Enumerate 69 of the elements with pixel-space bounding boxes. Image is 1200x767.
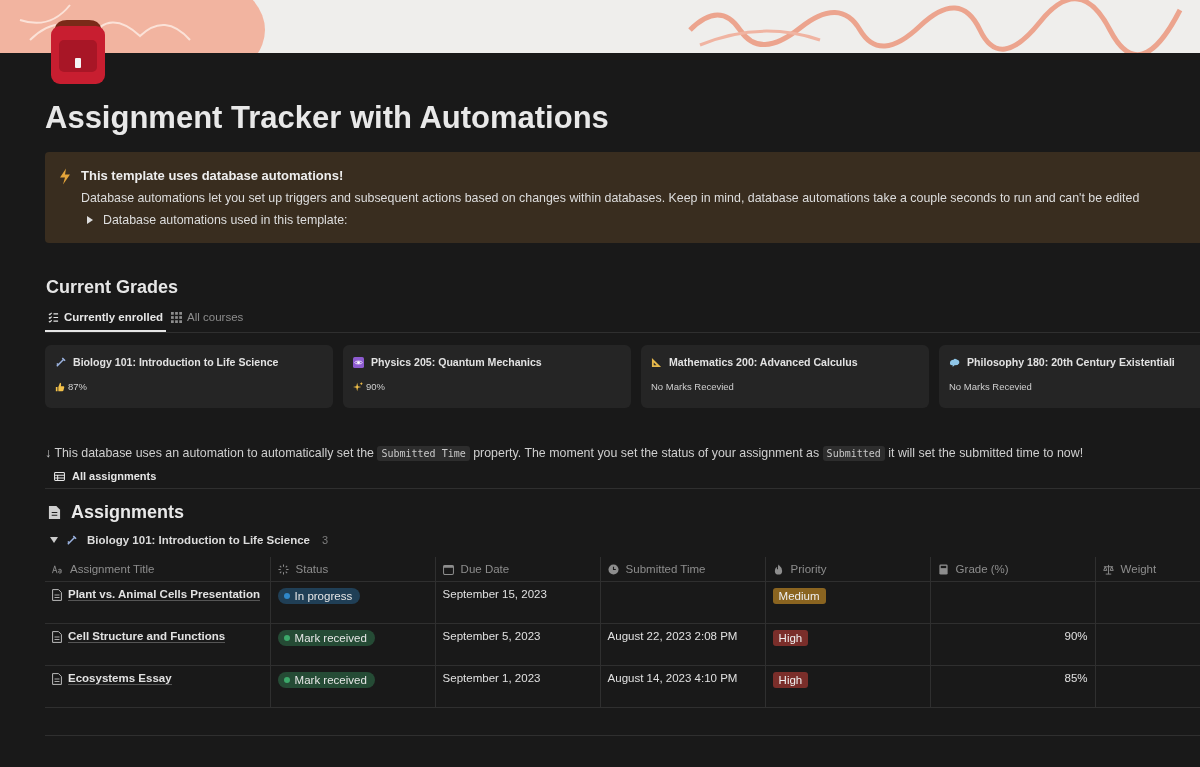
lightning-icon (59, 168, 71, 185)
triangle-ruler-icon (651, 356, 662, 368)
priority-tag: Medium (772, 588, 826, 604)
view-tab[interactable]: All assignments (45, 470, 157, 482)
scale-icon (1102, 563, 1114, 575)
view-tab[interactable]: Currently enrolled (45, 307, 167, 332)
column-header[interactable]: Weight (1120, 563, 1157, 575)
calendar-icon (442, 563, 454, 575)
database-title: Assignments (71, 502, 185, 523)
thumbs-up-icon (55, 381, 65, 392)
table-cell: September 5, 2023 (442, 630, 541, 642)
document-icon (52, 631, 62, 643)
loader-icon (277, 563, 289, 575)
status-label: Mark received (294, 674, 367, 686)
toggle-block[interactable]: Database automations used in this template: (81, 213, 348, 227)
description-text: ↓ This database uses an automation to automatically set the Submitted Time property. The moment you set the status of your assignment as Submitted it will set the submitted time to now! (45, 445, 1085, 463)
caret-icon[interactable] (50, 536, 58, 544)
column-header[interactable]: Priority (790, 563, 827, 575)
assignment-title[interactable]: Cell Structure and Functions (68, 630, 226, 643)
column-header[interactable]: Grade (%) (955, 563, 1009, 575)
assignment-title[interactable]: Plant vs. Animal Cells Presentation (68, 588, 260, 601)
grid-icon (171, 311, 183, 323)
course-card[interactable]: Physics 205: Quantum Mechanics 90% (343, 345, 631, 408)
document-icon (52, 673, 62, 685)
callout-title: This template uses database automations! (81, 167, 345, 185)
table-cell: September 15, 2023 (442, 588, 547, 600)
table-cell: August 14, 2023 4:10 PM (607, 672, 738, 684)
flame-icon (772, 563, 784, 575)
callout-text: Database automations let you set up triggers and subsequent actions based on changes within databases. Keep in mind, database automations take a couple seconds to run and can't be edited (81, 190, 1140, 207)
course-title: Physics 205: Quantum Mechanics (371, 356, 542, 368)
group-count: 3 (322, 534, 329, 546)
status-label: In progress (294, 590, 353, 602)
priority-tag: High (772, 672, 809, 688)
column-header[interactable]: Due Date (460, 563, 510, 575)
page-title: Assignment Tracker with Automations (45, 100, 610, 136)
text-type-icon (52, 563, 63, 575)
document-icon (48, 505, 61, 520)
course-title: Philosophy 180: 20th Century Existentiali (967, 356, 1175, 368)
course-card[interactable]: Philosophy 180: 20th Century Existentiali No Marks Recevied (939, 345, 1200, 408)
section-heading: Current Grades (46, 276, 180, 299)
grade-value: 87% (68, 381, 87, 392)
clock-icon (607, 563, 619, 575)
grade-value: No Marks Recevied (651, 381, 734, 392)
grade-value: No Marks Recevied (949, 381, 1032, 392)
table-cell: 90% (1064, 630, 1088, 642)
course-card[interactable]: Biology 101: Introduction to Life Science 87% (45, 345, 333, 408)
syringe-icon (55, 356, 66, 368)
sparkles-icon (353, 381, 363, 392)
column-header[interactable]: Assignment Title (70, 563, 155, 575)
course-title: Biology 101: Introduction to Life Science (73, 356, 279, 368)
grade-value: 90% (366, 381, 385, 392)
table-cell: 85% (1064, 672, 1088, 684)
course-title: Mathematics 200: Advanced Calculus (669, 356, 858, 368)
course-card[interactable]: Mathematics 200: Advanced Calculus No Marks Recevied (641, 345, 929, 408)
syringe-icon (66, 534, 77, 546)
table-cell: September 1, 2023 (442, 672, 541, 684)
column-header[interactable]: Status (295, 563, 329, 575)
priority-tag: High (772, 630, 809, 646)
assignment-title[interactable]: Ecosystems Essay (68, 672, 172, 685)
triangle-icon (86, 216, 94, 224)
calculator-icon (937, 563, 949, 575)
column-header[interactable]: Submitted Time (625, 563, 706, 575)
status-label: Mark received (294, 632, 367, 644)
document-icon (52, 589, 62, 601)
view-tab[interactable]: All courses (168, 307, 247, 332)
group-label: Biology 101: Introduction to Life Science (87, 534, 310, 546)
checklist-icon (48, 311, 59, 323)
table-icon (54, 470, 65, 482)
table-cell: August 22, 2023 2:08 PM (607, 630, 738, 642)
